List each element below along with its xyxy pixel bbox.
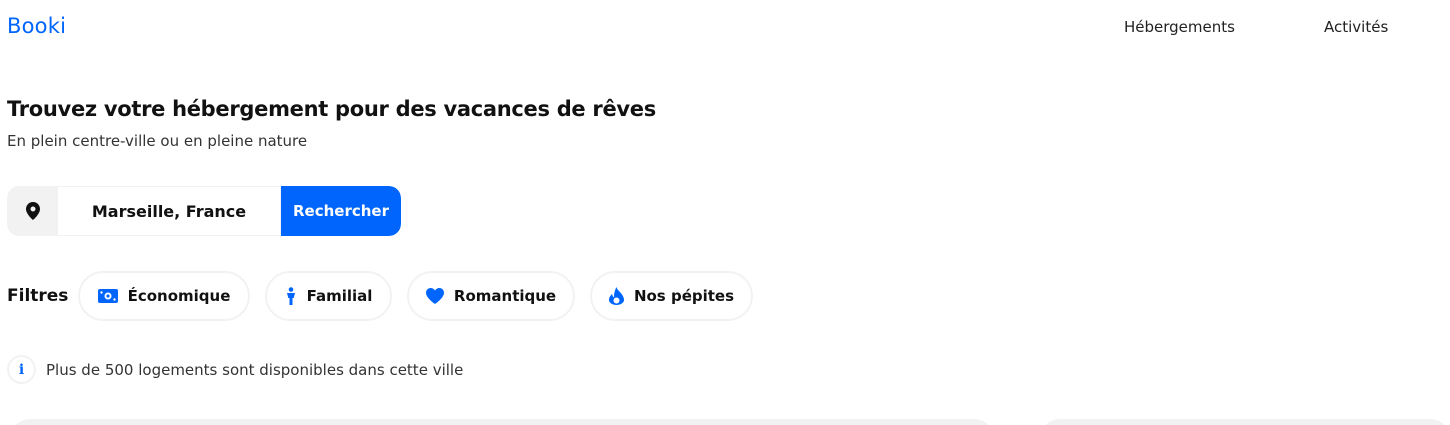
header: Booki Hébergements Activités: [0, 0, 1450, 60]
info-text: Plus de 500 logements sont disponibles d…: [46, 360, 464, 379]
search-bar: Rechercher: [7, 186, 401, 236]
info-icon: i: [7, 355, 36, 384]
filter-label: Économique: [127, 287, 231, 305]
fire-icon: [608, 287, 624, 305]
listing-card[interactable]: [10, 419, 994, 425]
heart-icon: [425, 288, 444, 304]
filter-economique[interactable]: Économique: [78, 271, 250, 321]
person-icon: [285, 287, 297, 305]
filter-label: Romantique: [453, 287, 557, 305]
money-icon: [97, 289, 118, 303]
filter-familial[interactable]: Familial: [265, 271, 392, 321]
page-subtitle: En plein centre-ville ou en pleine natur…: [7, 132, 308, 150]
listing-card[interactable]: [1040, 419, 1450, 425]
search-button[interactable]: Rechercher: [281, 186, 401, 236]
filter-romantique[interactable]: Romantique: [407, 271, 575, 321]
search-input[interactable]: [58, 186, 281, 236]
booki-logo[interactable]: Booki: [7, 14, 66, 38]
nav-link-activites[interactable]: Activités: [1324, 18, 1388, 36]
filter-nos-pepites[interactable]: Nos pépites: [590, 271, 753, 321]
info-banner: i Plus de 500 logements sont disponibles…: [7, 355, 463, 384]
filters-label: Filtres: [7, 286, 69, 306]
page-title: Trouvez votre hébergement pour des vacan…: [7, 97, 656, 121]
nav-link-hebergements[interactable]: Hébergements: [1124, 18, 1235, 36]
filter-label: Nos pépites: [633, 287, 735, 305]
filter-label: Familial: [306, 287, 373, 305]
location-pin-icon: [7, 186, 58, 236]
